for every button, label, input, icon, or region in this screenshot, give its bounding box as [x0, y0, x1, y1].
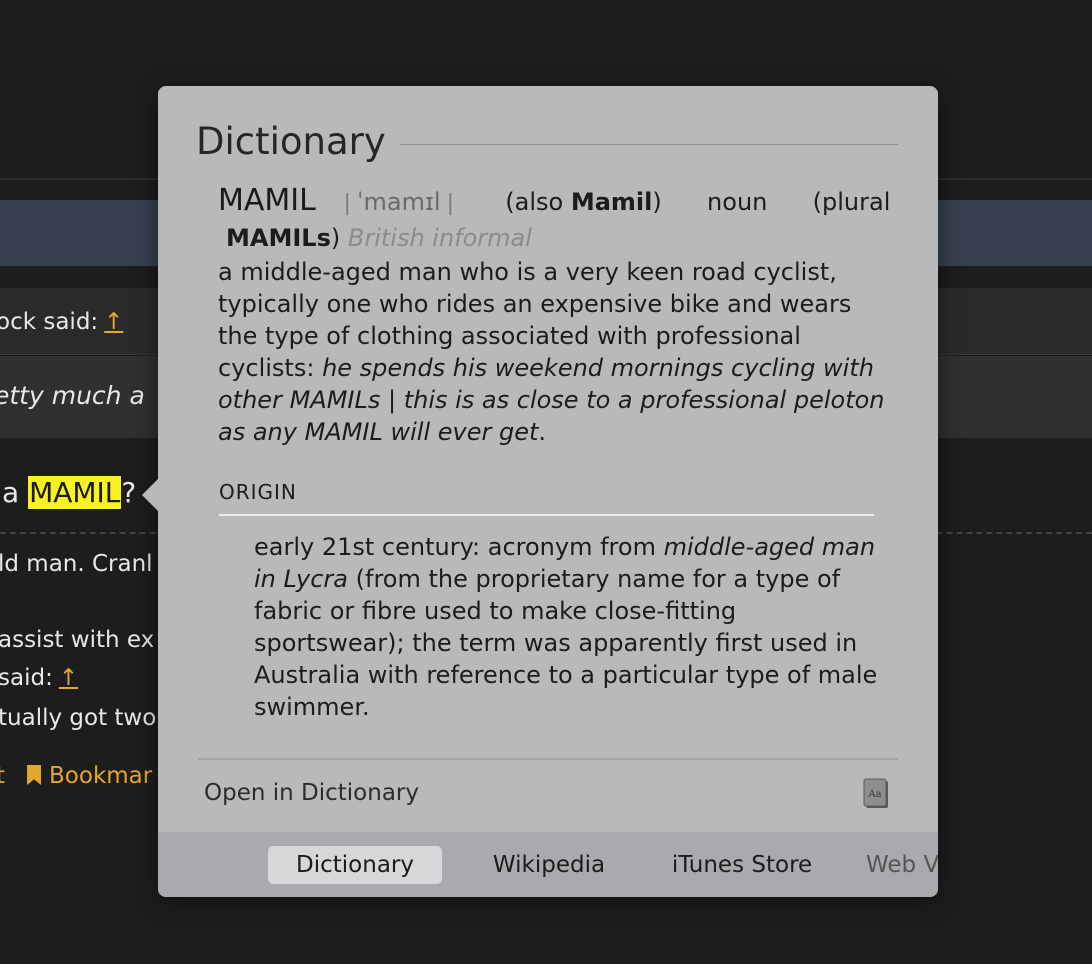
lookup-source-tabs: Dictionary Wikipedia iTunes Store Web V [158, 832, 938, 897]
post-line-old-man: ld man. Cranl [0, 551, 153, 577]
pronunciation-separator-left: | [343, 191, 351, 216]
pronunciation-separator-right: | [446, 191, 454, 216]
also-close: ) [652, 188, 662, 216]
post-line-actually: tually got two [0, 705, 157, 731]
lookup-popover: Dictionary MAMIL | ˈmamɪl | (also Mamil) n… [142, 86, 938, 897]
tab-itunes-store[interactable]: iTunes Store [658, 846, 826, 884]
origin-heading: ORIGIN [219, 480, 297, 504]
quote-author-2: said: [0, 665, 53, 691]
book-icon-text: Aa [867, 789, 881, 800]
jump-to-quote-link-2[interactable]: ↑ [59, 665, 78, 691]
jump-to-quote-link[interactable]: ↑ [104, 309, 123, 335]
register-label: British informal [347, 224, 532, 252]
dictionary-header: Dictionary [196, 120, 898, 163]
post-text-suffix: ? [121, 476, 137, 509]
variant-spelling: Mamil [570, 188, 653, 216]
part-of-speech: noun [707, 188, 768, 216]
definition-end: . [538, 418, 547, 446]
dictionary-title: Dictionary [196, 120, 386, 163]
also-open: (also [505, 188, 571, 216]
post-text: a [2, 476, 20, 509]
origin-text-part1: early 21st century: acronym from [254, 533, 664, 561]
header-rule [399, 144, 898, 145]
pronunciation: ˈmamɪl [356, 188, 441, 216]
post-line-assist: assist with ex [0, 627, 155, 653]
open-in-dictionary-link[interactable]: Open in Dictionary [204, 780, 419, 806]
highlighted-word: MAMIL [28, 476, 122, 509]
popover-pointer [142, 479, 158, 511]
post-question-line: a MAMIL? [2, 476, 136, 509]
post-line-said: said: ↑ [0, 665, 78, 691]
quote-author: ock said: [0, 309, 99, 335]
bookmark-icon [27, 765, 42, 785]
headword: MAMIL [218, 183, 316, 218]
entry-headline: MAMIL | ˈmamɪl | (also Mamil) noun (plural… [218, 184, 898, 255]
definition: a middle-aged man who is a very keen roa… [218, 256, 888, 448]
tab-dictionary[interactable]: Dictionary [268, 846, 442, 884]
bookmark-link[interactable]: Bookmar [49, 763, 152, 789]
quote-attribution: ock said: ↑ [0, 309, 123, 335]
dictionary-book-icon[interactable]: Aa [862, 778, 890, 810]
origin-rule [219, 514, 874, 516]
origin-text-part2: (from the proprietary name for a type of… [254, 565, 878, 721]
tab-wikipedia[interactable]: Wikipedia [476, 846, 622, 884]
post-actions: t Bookmar [0, 763, 152, 789]
plural-form: MAMILs [226, 224, 331, 252]
plural-open: (plural [812, 188, 891, 216]
footer-rule [198, 758, 898, 760]
plural-close: ) [330, 224, 341, 252]
quote-text: etty much a [0, 381, 145, 410]
post-action-link[interactable]: t [0, 763, 5, 789]
origin-text: early 21st century: acronym from middle-… [254, 531, 884, 723]
tab-web[interactable]: Web V [866, 846, 938, 884]
